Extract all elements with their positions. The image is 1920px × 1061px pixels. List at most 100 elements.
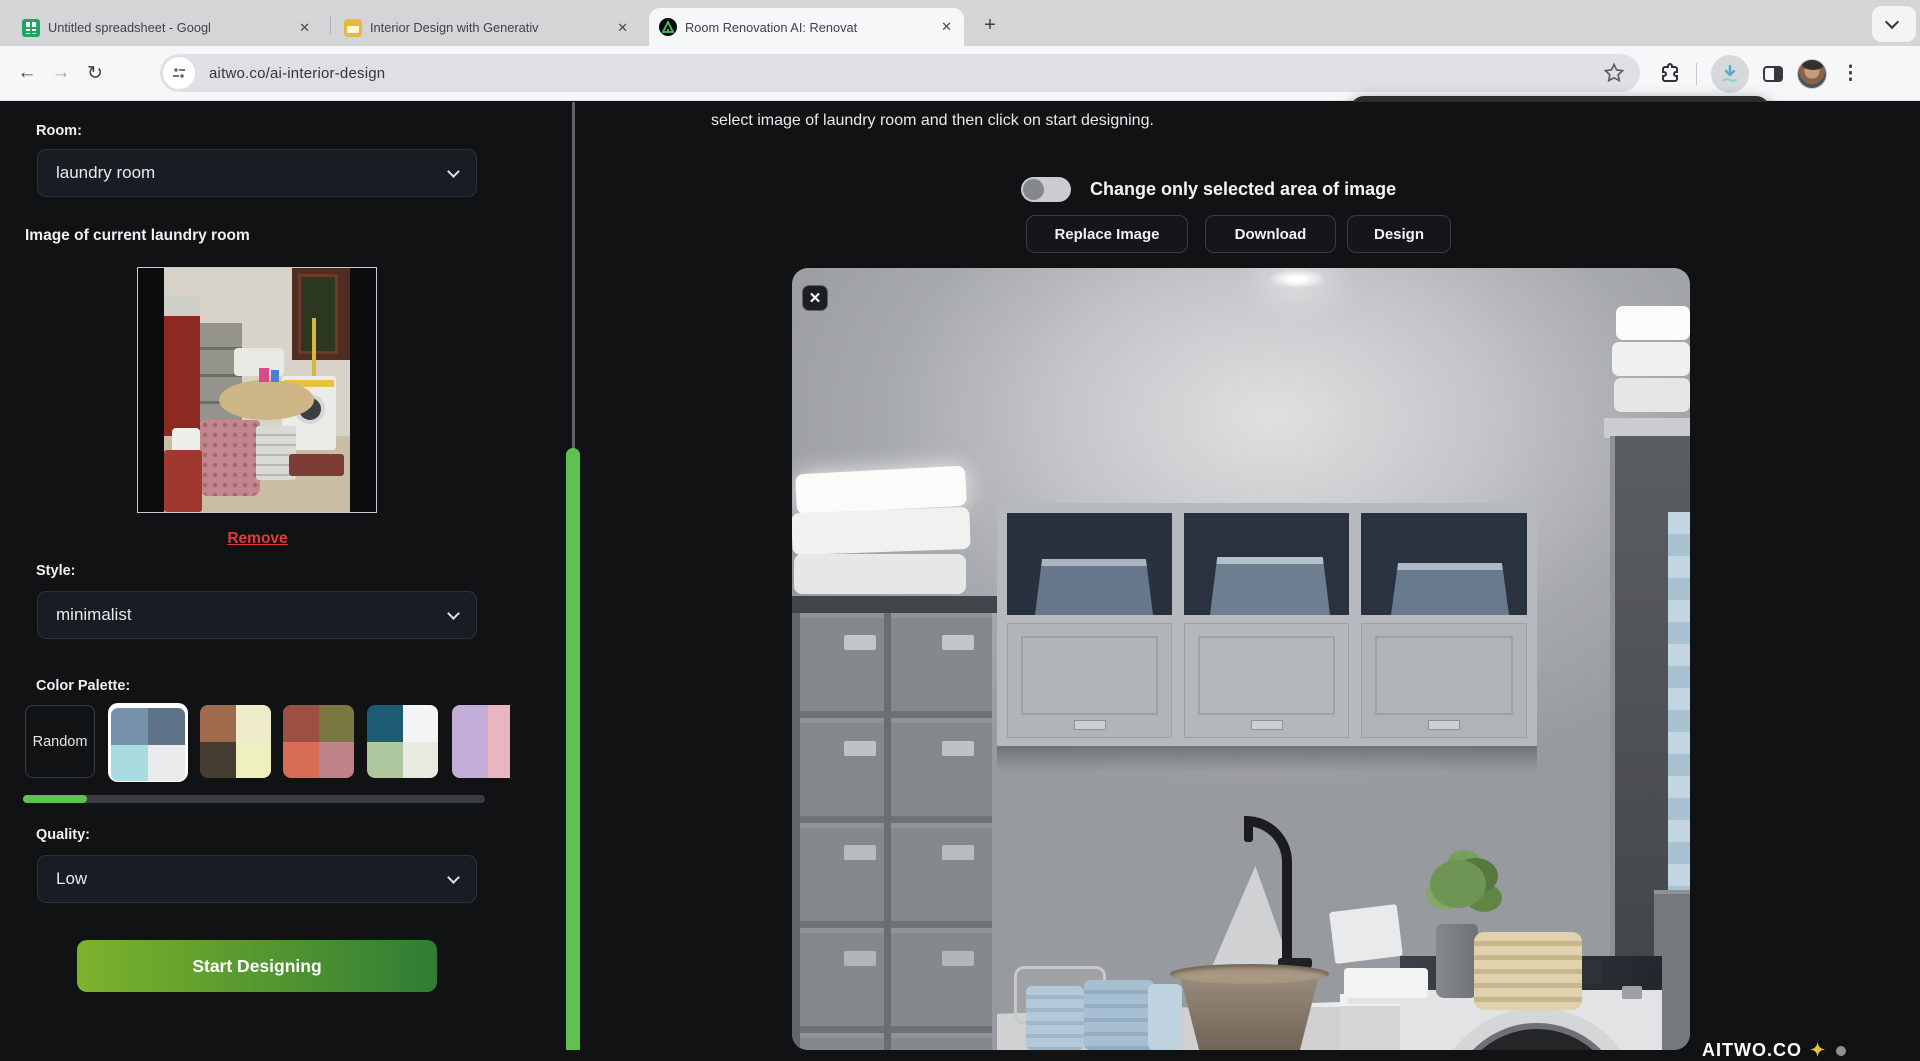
profile-avatar[interactable] bbox=[1797, 59, 1827, 89]
uploaded-room-photo bbox=[137, 267, 377, 513]
palette-option[interactable] bbox=[452, 705, 510, 778]
towel-stack-left bbox=[792, 466, 982, 598]
chevron-down-icon bbox=[447, 165, 460, 178]
white-towel-stack bbox=[1344, 968, 1428, 998]
tab-title: Untitled spreadsheet - Googl bbox=[48, 20, 289, 35]
palette-option-selected[interactable] bbox=[108, 703, 188, 782]
toolbar-separator bbox=[1696, 63, 1697, 85]
photo-rug bbox=[289, 454, 344, 476]
palette-option[interactable] bbox=[200, 705, 271, 778]
replace-image-button[interactable]: Replace Image bbox=[1026, 215, 1188, 253]
aitwo-watermark: AITWO.CO ✦ bbox=[1702, 1040, 1846, 1061]
photo-bottle bbox=[259, 368, 269, 382]
tab-room-renovation-active[interactable]: Room Renovation AI: Renovat ✕ bbox=[649, 8, 964, 46]
towel-stack-right bbox=[1610, 306, 1690, 418]
tab-title: Interior Design with Generativ bbox=[370, 20, 607, 35]
download-button[interactable]: Download bbox=[1205, 215, 1336, 253]
browser-menu-icon[interactable]: ⋮ bbox=[1841, 62, 1860, 85]
photo-broom bbox=[312, 318, 316, 382]
tab-close-icon[interactable]: ✕ bbox=[297, 20, 312, 36]
hanging-blue-towel bbox=[1668, 512, 1690, 912]
toggle-knob bbox=[1023, 179, 1044, 200]
instruction-text: select image of laundry room and then cl… bbox=[711, 112, 1154, 130]
brand-text: AITWO.CO bbox=[1702, 1040, 1802, 1060]
palette-random-button[interactable]: Random bbox=[25, 705, 95, 778]
forward-button[interactable]: → bbox=[44, 62, 78, 84]
chevron-down-icon bbox=[1885, 15, 1899, 29]
start-designing-button[interactable]: Start Designing bbox=[77, 940, 437, 992]
site-info-icon[interactable] bbox=[163, 57, 195, 89]
plant-foliage bbox=[1430, 860, 1486, 908]
ceiling-light bbox=[1270, 270, 1324, 288]
blue-towel-drape bbox=[1148, 984, 1182, 1050]
tab-untitled-spreadsheet[interactable]: Untitled spreadsheet - Googl ✕ bbox=[12, 9, 322, 46]
quality-select-value: Low bbox=[56, 869, 87, 889]
extensions-icon[interactable] bbox=[1658, 62, 1682, 86]
window-chevron-button[interactable] bbox=[1872, 6, 1916, 42]
photo-table bbox=[219, 380, 314, 420]
room-label: Room: bbox=[36, 123, 82, 139]
white-box bbox=[1329, 904, 1403, 964]
style-select[interactable]: minimalist bbox=[37, 591, 477, 639]
sidebar-divider bbox=[572, 102, 575, 449]
blue-towel-folded bbox=[1026, 986, 1084, 1050]
photo-bottle bbox=[271, 370, 279, 382]
blue-towel-folded bbox=[1084, 980, 1154, 1050]
google-sheets-icon bbox=[22, 19, 40, 37]
left-lockers bbox=[792, 613, 992, 1050]
tab-close-icon[interactable]: ✕ bbox=[615, 20, 630, 36]
photo-pink-basket bbox=[200, 420, 260, 496]
left-shelf bbox=[792, 596, 997, 613]
sparkle-icon: ✦ bbox=[1810, 1040, 1826, 1060]
url-text[interactable]: aitwo.co/ai-interior-design bbox=[209, 65, 385, 82]
palette-scrollbar-thumb[interactable] bbox=[23, 795, 87, 803]
palette-option[interactable] bbox=[283, 705, 354, 778]
downloads-button[interactable] bbox=[1711, 55, 1749, 93]
chevron-down-icon bbox=[447, 871, 460, 884]
right-shelf bbox=[1604, 418, 1690, 438]
photo-window-pane bbox=[298, 274, 338, 354]
style-select-value: minimalist bbox=[56, 605, 132, 625]
palette-scrollbar[interactable] bbox=[23, 795, 485, 803]
browser-tab-strip: Untitled spreadsheet - Googl ✕ Interior … bbox=[0, 0, 1920, 46]
close-image-button[interactable]: ✕ bbox=[802, 285, 828, 311]
quality-select[interactable]: Low bbox=[37, 855, 477, 903]
tab-separator bbox=[330, 16, 331, 34]
quality-label: Quality: bbox=[36, 827, 90, 843]
aitwo-page: Room: laundry room Image of current laun… bbox=[0, 102, 1920, 1050]
sidebar-scrollbar-thumb[interactable] bbox=[566, 448, 580, 1050]
selected-area-toggle[interactable] bbox=[1021, 177, 1071, 202]
wicker-basket bbox=[1474, 932, 1582, 1010]
style-label: Style: bbox=[36, 563, 76, 579]
back-button[interactable]: ← bbox=[10, 62, 44, 84]
room-select[interactable]: laundry room bbox=[37, 149, 477, 197]
bookmark-star-icon[interactable] bbox=[1602, 61, 1626, 85]
design-button[interactable]: Design bbox=[1347, 215, 1451, 253]
new-tab-button[interactable]: + bbox=[976, 12, 1004, 40]
gray-dot-icon bbox=[1836, 1046, 1846, 1056]
cabinet-shadow bbox=[997, 746, 1537, 772]
remove-image-link[interactable]: Remove bbox=[0, 530, 515, 548]
generated-room-image: ✕ bbox=[792, 268, 1690, 1050]
faucet-spout bbox=[1244, 818, 1253, 842]
wall-cabinet bbox=[997, 503, 1537, 746]
aitwo-logo-icon bbox=[659, 18, 677, 36]
room-select-value: laundry room bbox=[56, 163, 155, 183]
reload-button[interactable]: ↻ bbox=[78, 62, 112, 85]
palette-swatch bbox=[111, 708, 185, 781]
plant-vase bbox=[1436, 924, 1478, 998]
tab-interior-design-course[interactable]: Interior Design with Generativ ✕ bbox=[334, 9, 640, 46]
photo-red-cabinet bbox=[164, 316, 200, 438]
browser-toolbar: ← → ↻ aitwo.co/ai-interior-design bbox=[0, 46, 1920, 101]
tab-title: Room Renovation AI: Renovat bbox=[685, 20, 931, 35]
address-bar[interactable]: aitwo.co/ai-interior-design bbox=[160, 54, 1640, 92]
chevron-down-icon bbox=[447, 607, 460, 620]
palette-row: Random bbox=[25, 703, 510, 787]
toggle-label: Change only selected area of image bbox=[1090, 179, 1396, 200]
yellow-doc-icon bbox=[344, 19, 362, 37]
side-panel-icon[interactable] bbox=[1763, 66, 1783, 82]
laundry-room-photo bbox=[164, 268, 350, 512]
palette-label: Color Palette: bbox=[36, 678, 130, 694]
tab-close-icon[interactable]: ✕ bbox=[939, 19, 954, 35]
palette-option[interactable] bbox=[367, 705, 438, 778]
